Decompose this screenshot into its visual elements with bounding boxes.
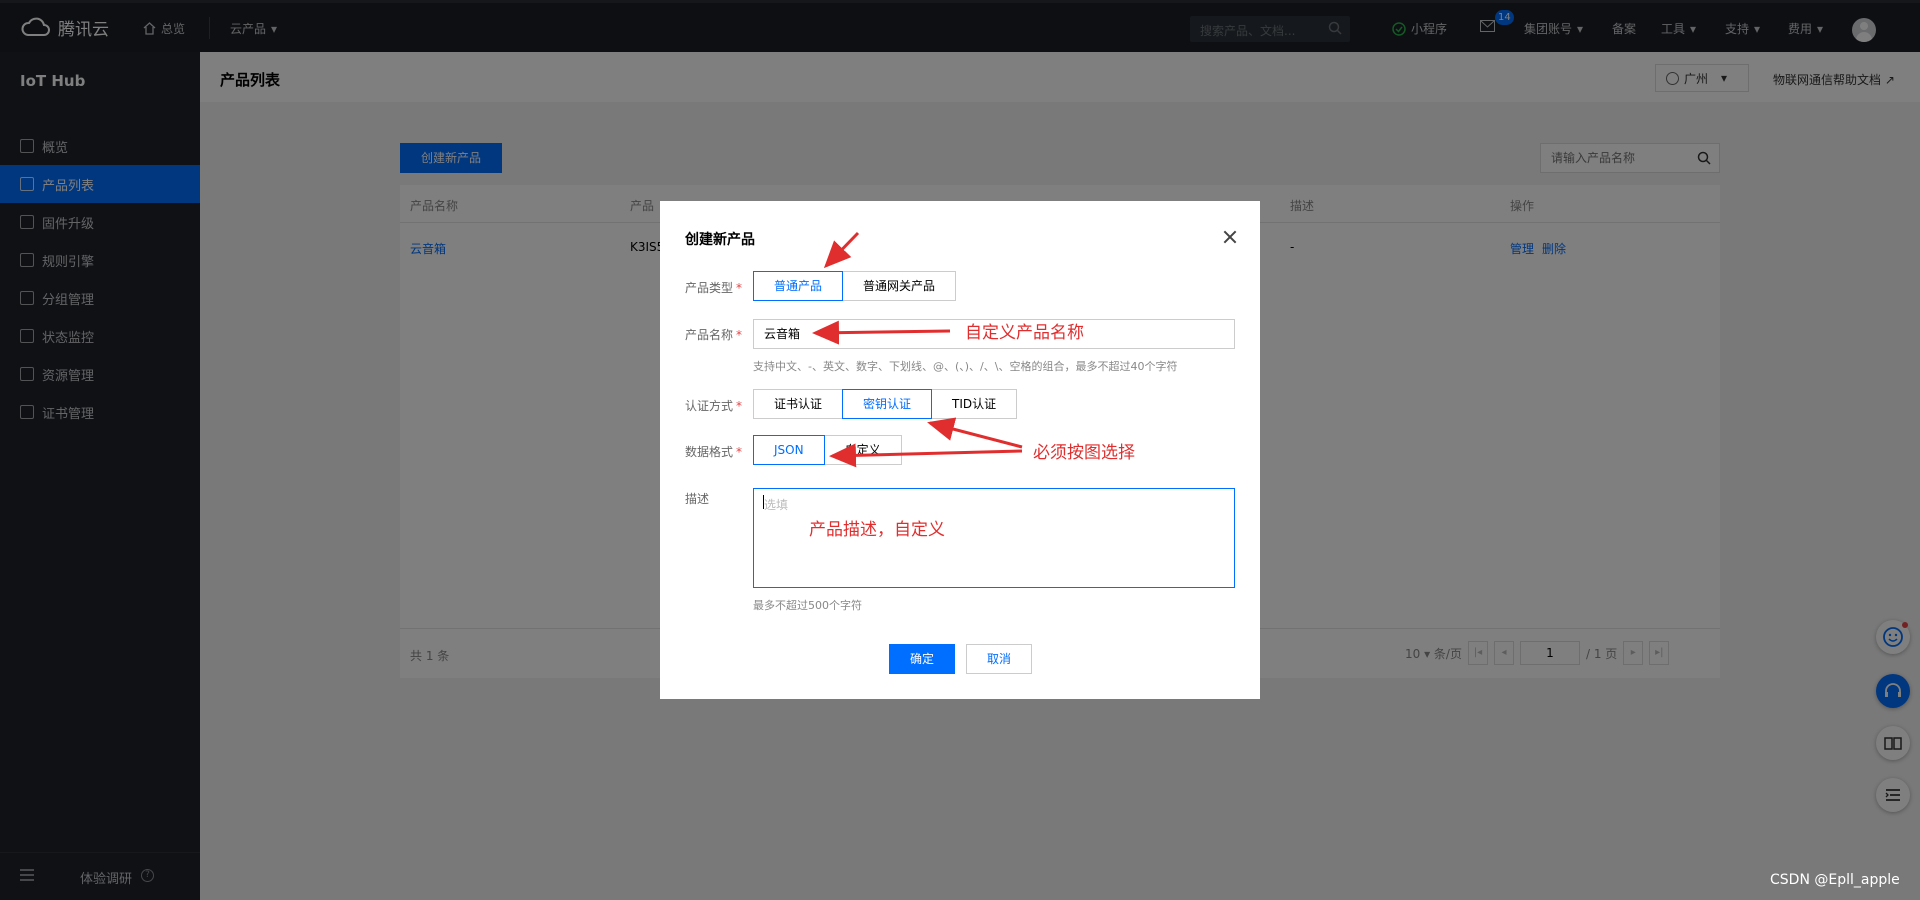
data-format-group: JSON 自定义 — [753, 435, 902, 465]
cancel-button[interactable]: 取消 — [966, 644, 1032, 674]
required-marker: * — [736, 445, 743, 459]
annotation-name: 自定义产品名称 — [965, 323, 1084, 343]
format-json[interactable]: JSON — [753, 435, 825, 465]
watermark: CSDN @Epll_apple — [1770, 872, 1900, 888]
product-name-label: 产品名称 * — [685, 326, 742, 343]
required-marker: * — [736, 399, 743, 413]
close-icon[interactable] — [1222, 229, 1238, 245]
create-product-dialog: 创建新产品 产品类型 * 普通产品 普通网关产品 产品名称 * 云音箱 支持中文、-… — [660, 201, 1260, 699]
format-custom[interactable]: 自定义 — [823, 435, 902, 465]
required-marker: * — [736, 281, 743, 295]
product-type-group: 普通产品 普通网关产品 — [753, 271, 957, 301]
auth-tid[interactable]: TID认证 — [931, 389, 1018, 419]
product-type-label: 产品类型 * — [685, 279, 742, 296]
data-format-label: 数据格式 * — [685, 443, 742, 460]
description-placeholder: 选填 — [764, 498, 789, 512]
product-type-label-text: 产品类型 — [685, 281, 734, 295]
product-type-normal[interactable]: 普通产品 — [753, 271, 844, 301]
required-marker: * — [736, 328, 743, 342]
auth-method-group: 证书认证 密钥认证 TID认证 — [753, 389, 1018, 419]
data-format-label-text: 数据格式 — [685, 445, 734, 459]
auth-method-label-text: 认证方式 — [685, 399, 734, 413]
dialog-title: 创建新产品 — [685, 232, 755, 248]
auth-certificate[interactable]: 证书认证 — [753, 389, 844, 419]
annotation-select: 必须按图选择 — [1033, 443, 1135, 463]
annotation-desc: 产品描述，自定义 — [809, 520, 945, 540]
product-name-hint: 支持中文、-、英文、数字、下划线、@、(、)、/、\、空格的组合，最多不超过40… — [753, 360, 1178, 373]
description-label: 描述 — [685, 492, 710, 506]
description-hint: 最多不超过500个字符 — [753, 599, 862, 612]
confirm-button[interactable]: 确定 — [889, 644, 955, 674]
product-type-gateway[interactable]: 普通网关产品 — [842, 271, 957, 301]
auth-key[interactable]: 密钥认证 — [842, 389, 933, 419]
auth-method-label: 认证方式 * — [685, 397, 742, 414]
product-name-label-text: 产品名称 — [685, 328, 734, 342]
